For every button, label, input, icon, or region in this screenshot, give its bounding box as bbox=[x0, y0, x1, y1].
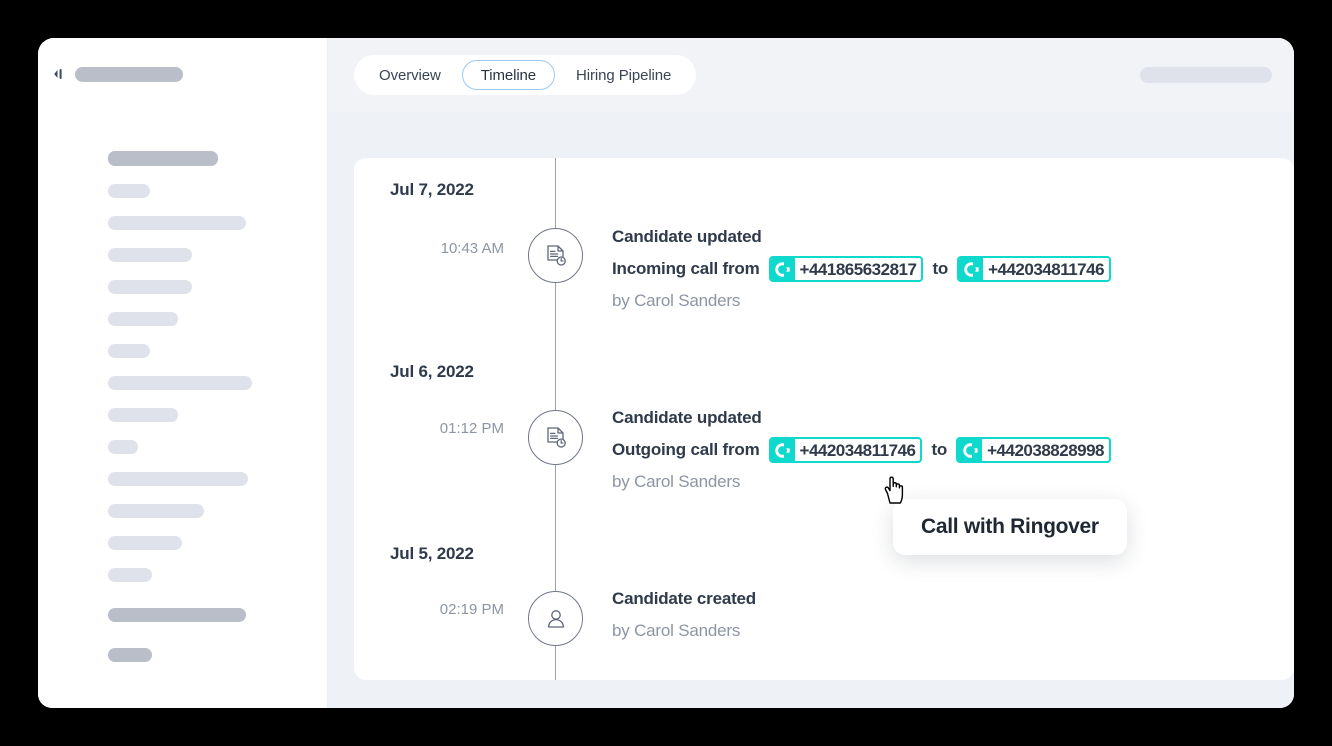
phone-separator: to bbox=[923, 254, 957, 284]
timeline-card: Jul 7, 2022 10:43 AM bbox=[354, 158, 1294, 680]
document-update-icon bbox=[528, 228, 583, 283]
sidebar-item-placeholder[interactable] bbox=[108, 151, 218, 166]
timeline: Jul 7, 2022 10:43 AM bbox=[354, 158, 1294, 680]
sidebar-item-placeholder[interactable] bbox=[108, 440, 138, 454]
timeline-entry-title: Candidate updated bbox=[612, 222, 1284, 252]
phone-number-from: +442034811746 bbox=[795, 439, 921, 461]
sidebar bbox=[38, 38, 328, 708]
page-header: Overview Timeline Hiring Pipeline bbox=[328, 38, 1294, 112]
sidebar-header bbox=[38, 38, 327, 83]
ringover-icon bbox=[771, 258, 795, 280]
tooltip-call-with-ringover: Call with Ringover bbox=[893, 499, 1127, 555]
timeline-entry-detail: Outgoing call from bbox=[612, 435, 1284, 465]
tab-hiring-pipeline[interactable]: Hiring Pipeline bbox=[557, 60, 690, 90]
ringover-icon bbox=[959, 258, 983, 280]
timeline-date-label: Jul 6, 2022 bbox=[390, 362, 474, 382]
timeline-date-label: Jul 7, 2022 bbox=[390, 180, 474, 200]
sidebar-item-placeholder[interactable] bbox=[108, 648, 152, 662]
phone-separator: to bbox=[922, 435, 956, 465]
sidebar-item-placeholder[interactable] bbox=[108, 408, 178, 422]
timeline-entry-author: by Carol Sanders bbox=[612, 616, 1284, 646]
sidebar-item-placeholder[interactable] bbox=[108, 568, 152, 582]
tab-bar: Overview Timeline Hiring Pipeline bbox=[354, 55, 696, 95]
ringover-icon bbox=[958, 439, 982, 461]
sidebar-item-placeholder[interactable] bbox=[108, 248, 192, 262]
sidebar-nav-placeholders bbox=[108, 151, 308, 680]
phone-badge-to[interactable]: +442034811746 bbox=[957, 256, 1111, 282]
phone-badge-from[interactable]: +441865632817 bbox=[769, 256, 924, 282]
tab-overview[interactable]: Overview bbox=[360, 60, 460, 90]
person-icon bbox=[528, 591, 583, 646]
phone-badge-from[interactable]: +442034811746 bbox=[769, 437, 923, 463]
timeline-entry-author: by Carol Sanders bbox=[612, 467, 1284, 497]
sidebar-item-placeholder[interactable] bbox=[108, 504, 204, 518]
tab-timeline[interactable]: Timeline bbox=[462, 60, 555, 90]
timeline-time-label: 01:12 PM bbox=[384, 420, 504, 437]
timeline-entry-body: Candidate updated Incoming call from bbox=[612, 222, 1284, 316]
timeline-entry-body: Candidate updated Outgoing call from bbox=[612, 403, 1284, 497]
timeline-entry-title: Candidate updated bbox=[612, 403, 1284, 433]
phone-number-from: +441865632817 bbox=[795, 258, 922, 280]
timeline-date-label: Jul 5, 2022 bbox=[390, 544, 474, 564]
timeline-time-label: 10:43 AM bbox=[384, 240, 504, 257]
timeline-entry-body: Candidate created by Carol Sanders bbox=[612, 584, 1284, 646]
sidebar-item-placeholder[interactable] bbox=[108, 376, 252, 390]
timeline-time-label: 02:19 PM bbox=[384, 601, 504, 618]
phone-badge-to[interactable]: +442038828998 bbox=[956, 437, 1111, 463]
ringover-icon bbox=[771, 439, 795, 461]
content-area: Jul 7, 2022 10:43 AM bbox=[328, 112, 1294, 708]
call-direction-label: Outgoing call from bbox=[612, 435, 769, 465]
document-update-icon bbox=[528, 410, 583, 465]
sidebar-item-placeholder[interactable] bbox=[108, 536, 182, 550]
sidebar-item-placeholder[interactable] bbox=[108, 344, 150, 358]
phone-number-to: +442038828998 bbox=[982, 439, 1109, 461]
sidebar-item-placeholder[interactable] bbox=[108, 312, 178, 326]
sidebar-item-placeholder[interactable] bbox=[108, 472, 248, 486]
collapse-sidebar-icon[interactable] bbox=[50, 65, 68, 83]
timeline-entry-detail: Incoming call from bbox=[612, 254, 1284, 284]
call-direction-label: Incoming call from bbox=[612, 254, 769, 284]
phone-number-to: +442034811746 bbox=[983, 258, 1109, 280]
sidebar-item-placeholder[interactable] bbox=[108, 184, 150, 198]
timeline-entry-title: Candidate created bbox=[612, 584, 1284, 614]
timeline-entry-author: by Carol Sanders bbox=[612, 286, 1284, 316]
main-region: Overview Timeline Hiring Pipeline Jul 7,… bbox=[328, 38, 1294, 708]
sidebar-item-placeholder[interactable] bbox=[108, 280, 192, 294]
sidebar-title-placeholder bbox=[75, 67, 183, 82]
sidebar-item-placeholder[interactable] bbox=[108, 216, 246, 230]
header-action-placeholder[interactable] bbox=[1140, 67, 1272, 83]
sidebar-item-placeholder[interactable] bbox=[108, 608, 246, 622]
app-window: Overview Timeline Hiring Pipeline Jul 7,… bbox=[38, 38, 1294, 708]
